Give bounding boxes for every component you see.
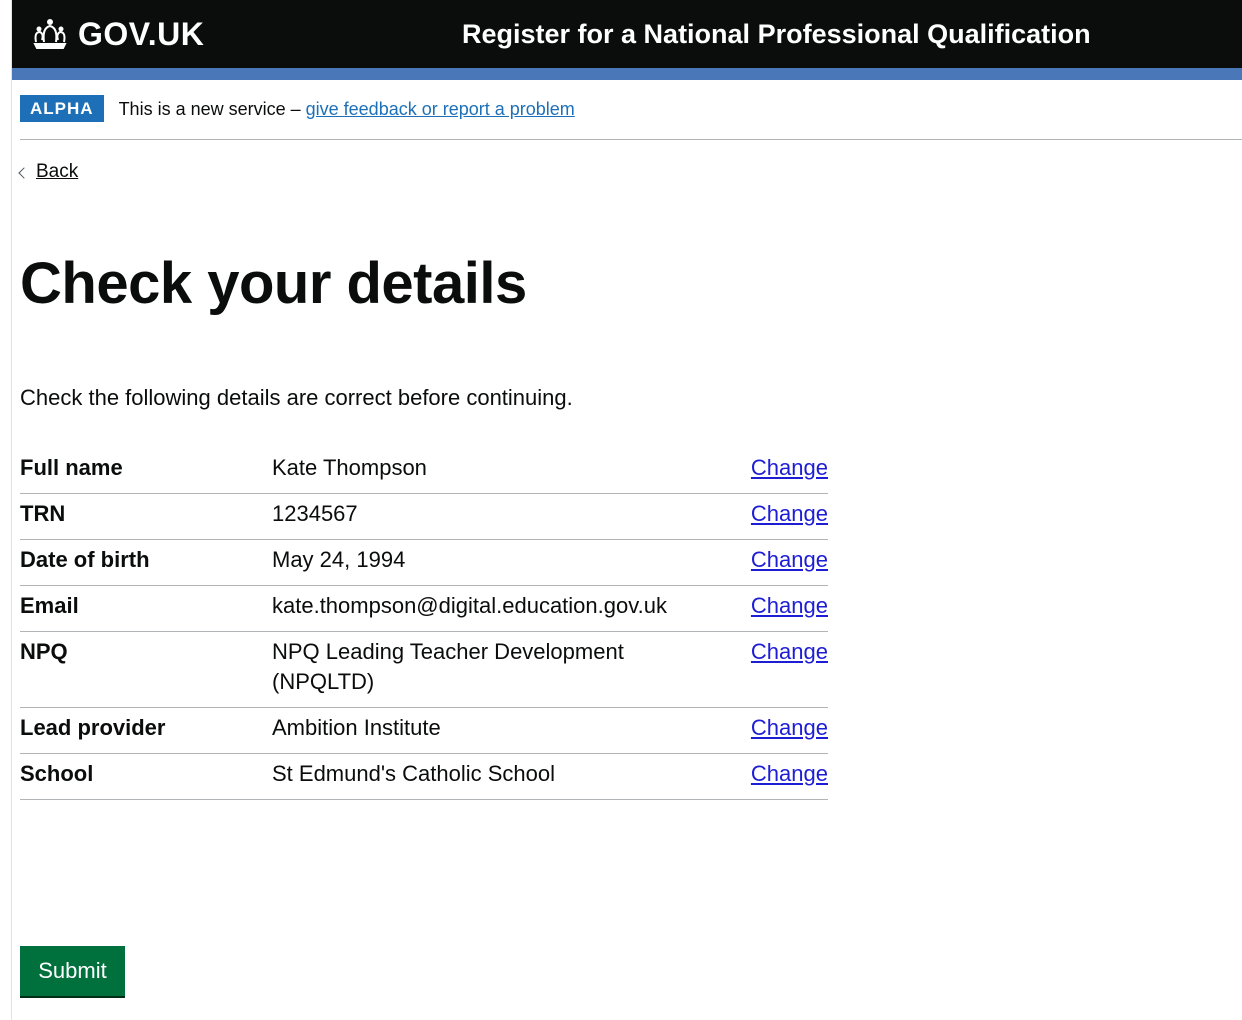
summary-row-lead-provider: Lead provider Ambition Institute Change (20, 708, 828, 754)
change-full-name-link[interactable]: Change (751, 455, 828, 480)
logo-text: GOV.UK (78, 16, 205, 52)
summary-value: NPQ Leading Teacher Development (NPQLTD) (272, 639, 624, 694)
summary-row-full-name: Full name Kate Thompson Change (20, 448, 828, 494)
summary-value: 1234567 (272, 501, 358, 526)
phase-banner: ALPHA This is a new service – give feedb… (20, 95, 575, 122)
summary-key: Email (20, 593, 79, 618)
summary-key: Date of birth (20, 547, 150, 572)
feedback-link[interactable]: give feedback or report a problem (306, 99, 575, 119)
change-email-link[interactable]: Change (751, 593, 828, 618)
window-left-edge (0, 0, 12, 1020)
chevron-left-icon (18, 166, 30, 179)
summary-key: School (20, 761, 94, 786)
intro-text: Check the following details are correct … (20, 385, 573, 410)
phase-banner-divider (20, 139, 1242, 140)
phase-tag: ALPHA (20, 95, 104, 122)
change-npq-link[interactable]: Change (751, 639, 828, 664)
summary-key: Lead provider (20, 715, 166, 740)
service-name[interactable]: Register for a National Professional Qua… (462, 17, 1091, 51)
back-link[interactable]: Back (18, 160, 79, 184)
summary-row-trn: TRN 1234567 Change (20, 494, 828, 540)
summary-value: St Edmund's Catholic School (272, 761, 556, 786)
phase-banner-text: This is a new service – give feedback or… (119, 96, 575, 122)
header-underline-bar (12, 68, 1242, 80)
summary-key: TRN (20, 501, 66, 526)
submit-button[interactable]: Submit (20, 946, 125, 996)
summary-row-date-of-birth: Date of birth May 24, 1994 Change (20, 540, 828, 586)
summary-list: Full name Kate Thompson Change TRN 12345… (20, 448, 828, 800)
summary-value: May 24, 1994 (272, 547, 406, 572)
govuk-header: GOV.UK Register for a National Professio… (12, 0, 1242, 68)
summary-value: Kate Thompson (272, 455, 427, 480)
summary-value: kate.thompson@digital.education.gov.uk (272, 593, 667, 618)
summary-row-npq: NPQ NPQ Leading Teacher Development (NPQ… (20, 632, 828, 708)
change-trn-link[interactable]: Change (751, 501, 828, 526)
summary-key: Full name (20, 455, 123, 480)
back-link-label: Back (36, 161, 79, 182)
summary-key: NPQ (20, 639, 68, 664)
phase-banner-message: This is a new service – (118, 98, 306, 119)
page-title: Check your details (20, 251, 527, 316)
summary-row-email: Email kate.thompson@digital.education.go… (20, 586, 828, 632)
change-school-link[interactable]: Change (751, 761, 828, 786)
summary-row-school: School St Edmund's Catholic School Chang… (20, 754, 828, 800)
govuk-logo-link[interactable]: GOV.UK (30, 14, 204, 54)
crown-icon (33, 19, 67, 49)
change-date-of-birth-link[interactable]: Change (751, 547, 828, 572)
change-lead-provider-link[interactable]: Change (751, 715, 828, 740)
summary-value: Ambition Institute (272, 715, 441, 740)
